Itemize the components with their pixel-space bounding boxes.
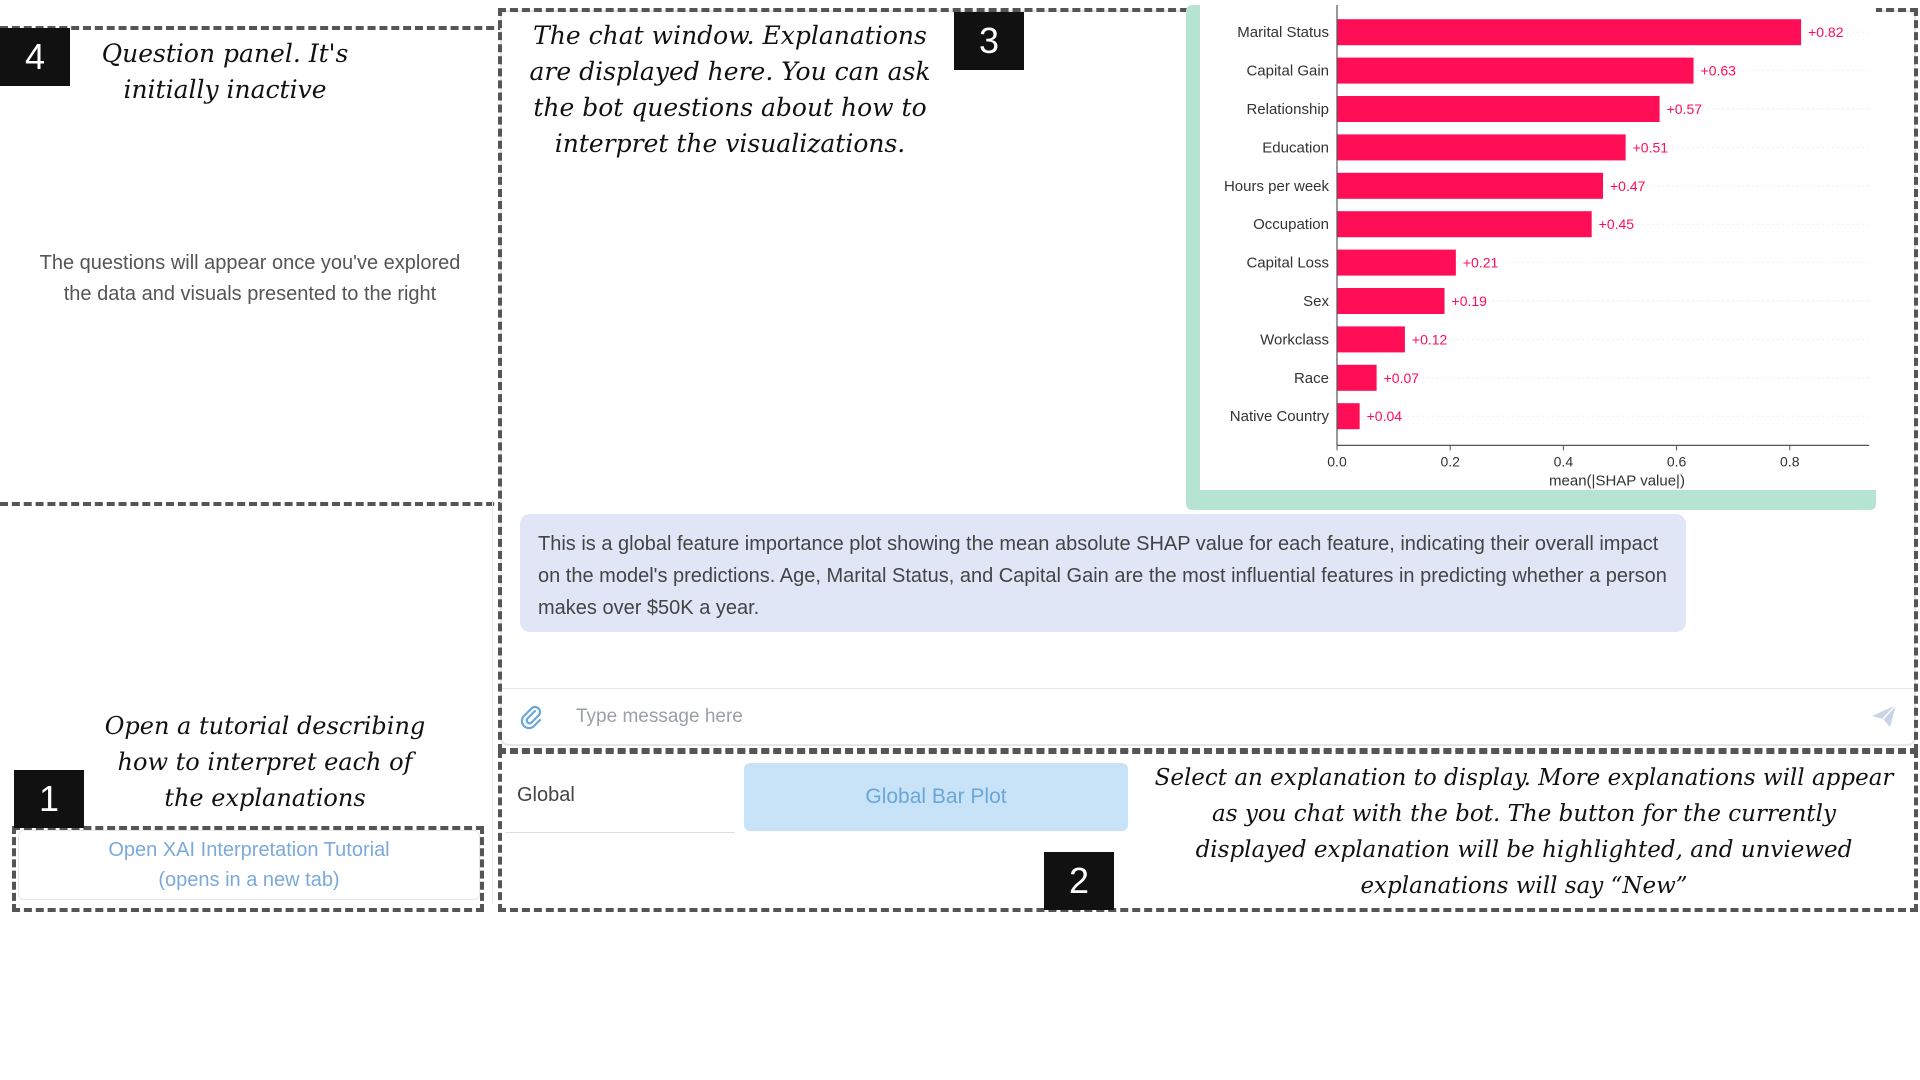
bot-message-bubble: This is a global feature importance plot… bbox=[520, 514, 1686, 632]
tutorial-button-sublabel: (opens in a new tab) bbox=[158, 869, 340, 891]
explanation-category-label: Global bbox=[517, 784, 575, 806]
annotation-3-line: interpret the visualizations. bbox=[554, 129, 906, 158]
bar bbox=[1337, 172, 1603, 199]
value-label: +0.51 bbox=[1633, 139, 1669, 155]
annotation-badge-2: 2 bbox=[1044, 852, 1114, 910]
x-tick-label: 0.2 bbox=[1440, 453, 1460, 469]
bar bbox=[1337, 19, 1802, 46]
category-label: Native Country bbox=[1230, 408, 1330, 425]
send-icon[interactable] bbox=[1870, 703, 1898, 734]
annotation-3-line: The chat window. Explanations bbox=[533, 21, 927, 50]
question-panel-line-2: the data and visuals presented to the ri… bbox=[63, 283, 437, 305]
bot-message-text: This is a global feature importance plot… bbox=[538, 533, 1667, 619]
category-label: Education bbox=[1262, 139, 1329, 156]
annotation-4-line: Question panel. It's bbox=[101, 39, 349, 68]
annotation-badge-4: 4 bbox=[0, 28, 70, 86]
question-panel-placeholder: The questions will appear once you've ex… bbox=[20, 248, 480, 310]
value-label: +0.57 bbox=[1667, 101, 1703, 117]
annotation-2-line: displayed explanation will be highlighte… bbox=[1195, 837, 1853, 863]
category-label: Workclass bbox=[1260, 331, 1329, 348]
annotation-2-text: Select an explanation to display. More e… bbox=[1134, 760, 1914, 904]
bar bbox=[1337, 211, 1592, 238]
value-label: +0.19 bbox=[1452, 293, 1488, 309]
x-tick-label: 0.0 bbox=[1327, 453, 1347, 469]
annotation-3-line: are displayed here. You can ask bbox=[529, 57, 931, 86]
tutorial-button-label: Open XAI Interpretation Tutorial bbox=[108, 839, 390, 861]
annotation-2-line: explanations will say “New” bbox=[1360, 873, 1688, 899]
bar bbox=[1337, 249, 1456, 276]
category-label: Hours per week bbox=[1224, 178, 1330, 195]
value-label: +0.47 bbox=[1610, 178, 1646, 194]
annotation-2-line: Select an explanation to display. More e… bbox=[1154, 765, 1894, 791]
annotation-1-line: Open a tutorial describing bbox=[104, 712, 426, 740]
category-label: Race bbox=[1294, 370, 1329, 387]
value-label: +0.21 bbox=[1463, 255, 1499, 271]
category-label: Capital Loss bbox=[1246, 255, 1329, 272]
category-label: Capital Gain bbox=[1246, 63, 1329, 80]
bar bbox=[1337, 57, 1694, 84]
annotation-1-line: the explanations bbox=[164, 784, 366, 812]
category-label: Marital Status bbox=[1237, 24, 1329, 41]
annotation-1-text: Open a tutorial describing how to interp… bbox=[90, 708, 440, 816]
category-label: Occupation bbox=[1253, 216, 1329, 233]
annotation-badge-3: 3 bbox=[954, 12, 1024, 70]
x-axis-label: mean(|SHAP value|) bbox=[1549, 472, 1685, 489]
x-tick-label: 0.4 bbox=[1554, 453, 1574, 469]
value-label: +0.45 bbox=[1599, 216, 1635, 232]
annotation-4-text: Question panel. It's initially inactive bbox=[80, 36, 370, 108]
global-bar-plot-button[interactable]: Global Bar Plot bbox=[744, 763, 1128, 831]
annotation-3-text: The chat window. Explanations are displa… bbox=[520, 18, 940, 162]
annotation-2-line: as you chat with the bot. The button for… bbox=[1212, 801, 1836, 827]
value-label: +0.07 bbox=[1384, 370, 1420, 386]
message-input[interactable] bbox=[574, 699, 1778, 735]
category-label: Sex bbox=[1303, 293, 1329, 310]
category-label: Relationship bbox=[1246, 101, 1329, 118]
value-label: +0.63 bbox=[1701, 63, 1737, 79]
annotation-3-line: the bot questions about how to bbox=[533, 93, 927, 122]
annotation-badge-1: 1 bbox=[14, 770, 84, 828]
question-panel-line-1: The questions will appear once you've ex… bbox=[39, 252, 461, 274]
value-label: +0.04 bbox=[1367, 408, 1403, 424]
shap-bar-chart: Marital Status +0.82 Capital Gain +0.63 Rela… bbox=[1224, 5, 1869, 489]
message-input-bar bbox=[502, 688, 1914, 744]
left-column-divider bbox=[492, 500, 493, 904]
category-underline bbox=[505, 832, 735, 833]
bar bbox=[1337, 288, 1445, 314]
bar bbox=[1337, 134, 1626, 161]
x-tick-label: 0.8 bbox=[1780, 453, 1800, 469]
bar bbox=[1337, 403, 1360, 430]
x-tick-label: 0.6 bbox=[1667, 453, 1687, 469]
bar bbox=[1337, 326, 1405, 353]
value-label: +0.12 bbox=[1412, 331, 1448, 347]
paperclip-icon[interactable] bbox=[518, 703, 544, 736]
value-label: +0.82 bbox=[1808, 24, 1844, 40]
open-tutorial-button[interactable]: Open XAI Interpretation Tutorial (opens … bbox=[18, 830, 480, 900]
bar bbox=[1337, 96, 1660, 122]
annotation-4-line: initially inactive bbox=[123, 75, 327, 104]
bar bbox=[1337, 364, 1377, 391]
annotation-1-line: how to interpret each of bbox=[117, 748, 413, 776]
